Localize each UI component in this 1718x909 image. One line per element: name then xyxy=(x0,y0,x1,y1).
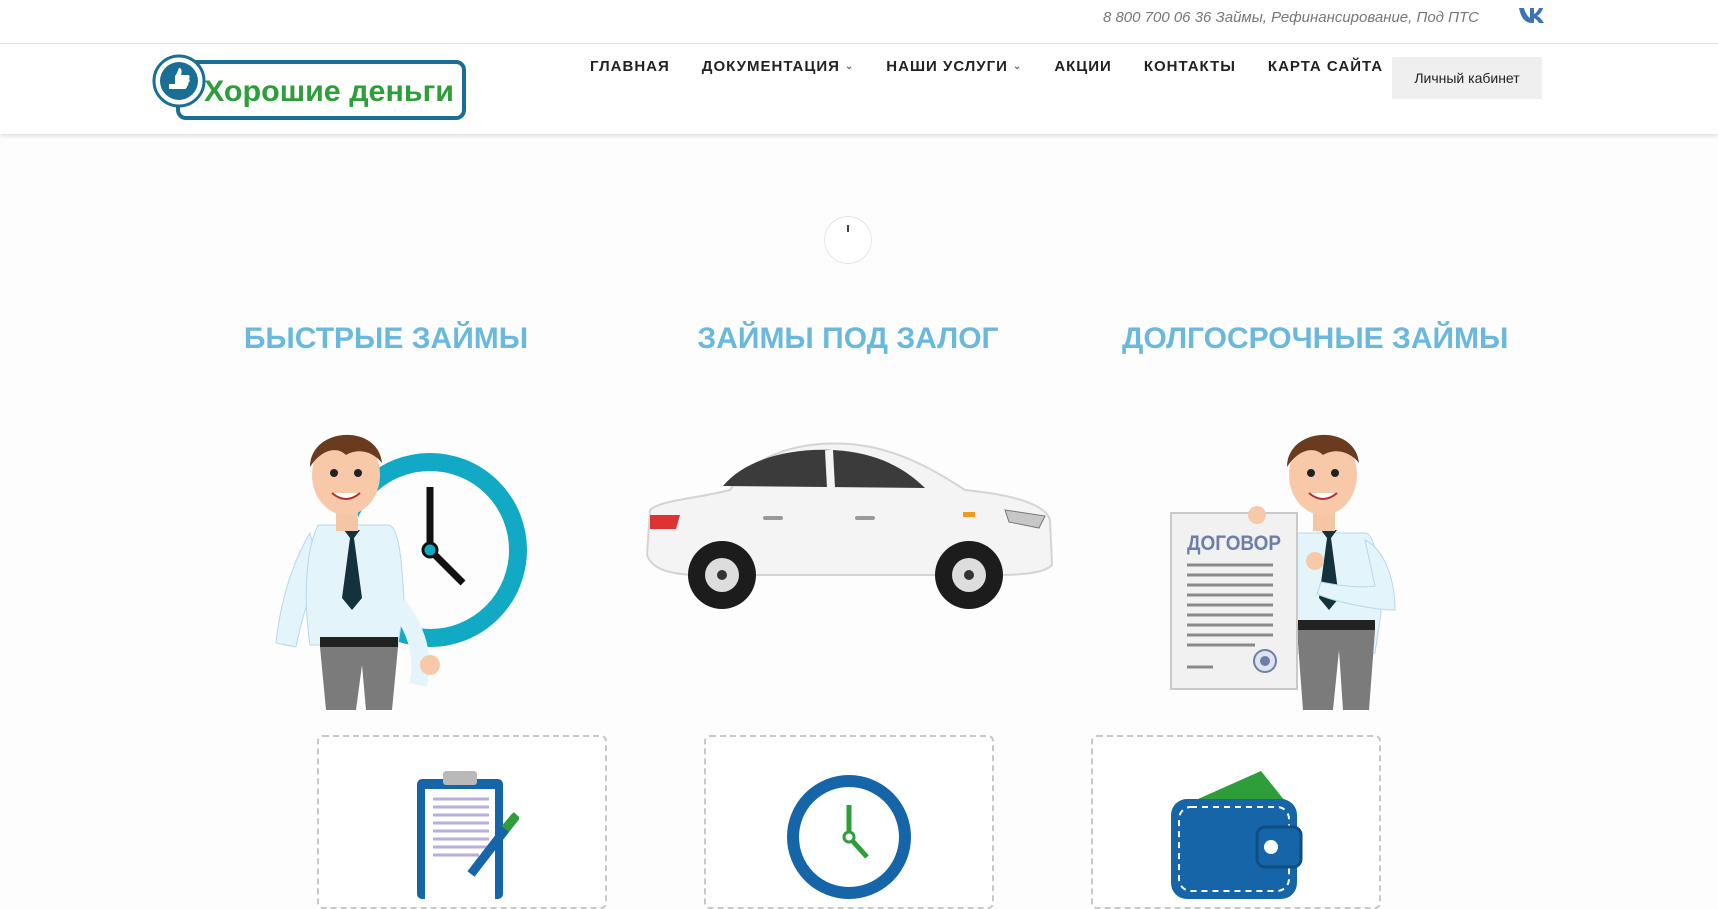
contract-heading: ДОГОВОР xyxy=(1187,532,1281,555)
section-title-fast-loans[interactable]: БЫСТРЫЕ ЗАЙМЫ xyxy=(235,322,537,356)
car-illustration xyxy=(645,442,1054,609)
nav-item-home[interactable]: ГЛАВНАЯ xyxy=(590,58,670,75)
loading-spinner xyxy=(824,216,872,264)
feature-card-application[interactable] xyxy=(317,735,607,909)
man-with-contract-illustration: ДОГОВОР xyxy=(1170,434,1396,710)
top-bar: 8 800 700 06 36 Займы, Рефинансирование,… xyxy=(0,0,1718,44)
nav-item-contacts[interactable]: КОНТАКТЫ xyxy=(1144,58,1236,75)
nav-item-promotions[interactable]: АКЦИИ xyxy=(1054,58,1112,75)
contact-info: 8 800 700 06 36 Займы, Рефинансирование,… xyxy=(1102,9,1479,26)
clock-icon xyxy=(787,775,911,899)
nav-item-sitemap[interactable]: КАРТА САЙТА xyxy=(1268,58,1383,75)
nav-item-services[interactable]: НАШИ УСЛУГИ ⌄ xyxy=(886,58,1022,75)
wallet-icon xyxy=(1171,771,1303,899)
feature-card-wallet[interactable] xyxy=(1091,735,1381,909)
personal-account-button[interactable]: Личный кабинет xyxy=(1392,57,1542,99)
site-logo[interactable]: Хорошие деньги xyxy=(152,54,468,127)
chevron-down-icon: ⌄ xyxy=(844,61,855,72)
vk-icon[interactable] xyxy=(1517,4,1545,26)
clipboard-icon xyxy=(417,771,519,899)
section-title-long-term-loans[interactable]: ДОЛГОСРОЧНЫЕ ЗАЙМЫ xyxy=(1122,322,1508,356)
feature-card-time[interactable] xyxy=(704,735,994,909)
main-header: Хорошие деньги ГЛАВНАЯ ДОКУМЕНТАЦИЯ ⌄ НАШ… xyxy=(0,44,1718,134)
section-title-secured-loans[interactable]: ЗАЙМЫ ПОД ЗАЛОГ xyxy=(690,322,1006,356)
nav-item-documentation[interactable]: ДОКУМЕНТАЦИЯ ⌄ xyxy=(702,58,855,75)
logo-text: Хорошие деньги xyxy=(204,75,454,108)
chevron-down-icon: ⌄ xyxy=(1012,61,1023,72)
main-nav: ГЛАВНАЯ ДОКУМЕНТАЦИЯ ⌄ НАШИ УСЛУГИ ⌄ АКЦИИ… xyxy=(590,58,1415,75)
man-with-clock-illustration xyxy=(275,434,527,710)
